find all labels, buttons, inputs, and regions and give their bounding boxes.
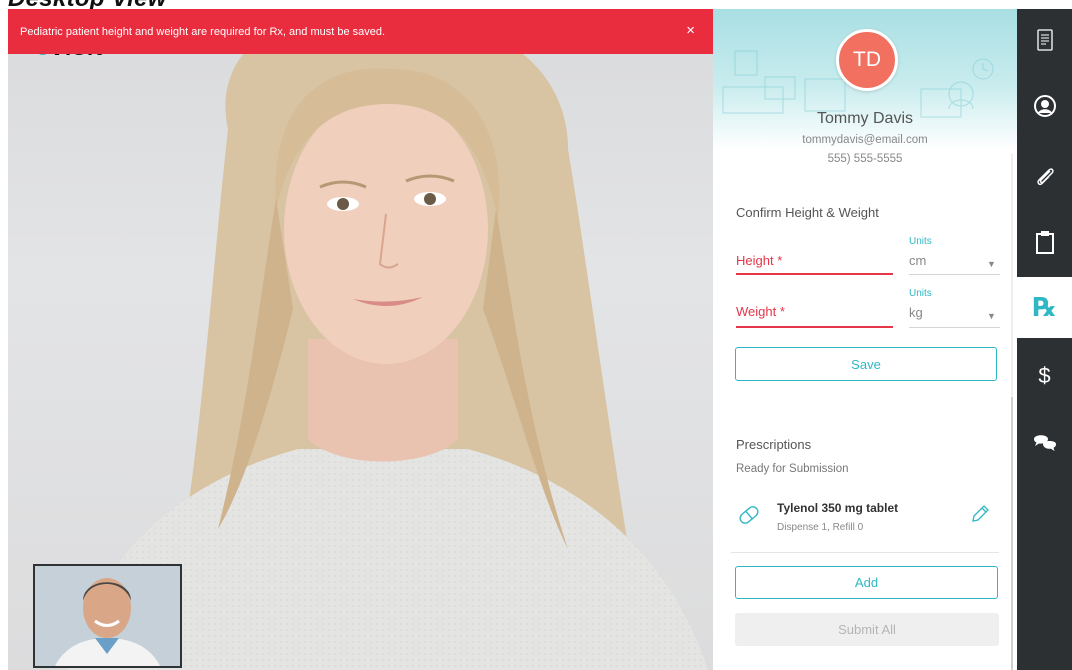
weight-units-underline	[909, 327, 1000, 328]
clipboard-icon	[1035, 230, 1054, 254]
weight-input[interactable]	[736, 326, 893, 328]
pill-icon	[739, 506, 759, 524]
scrollbar-thumb[interactable]	[1011, 397, 1013, 670]
patient-avatar: TD	[836, 29, 898, 91]
paperclip-icon	[1036, 167, 1054, 185]
height-units-caption: Units	[909, 236, 932, 247]
add-prescription-button[interactable]: Add	[735, 566, 998, 599]
patient-phone: 555) 555-5555	[827, 153, 903, 165]
submit-all-button[interactable]: Submit All	[735, 613, 999, 646]
provider-video-image	[35, 566, 180, 666]
weight-units-select[interactable]: kg	[909, 305, 923, 320]
list-item: Tylenol 350 mg tablet Dispense 1, Refill…	[731, 489, 999, 553]
height-units-select[interactable]: cm	[909, 253, 926, 268]
self-view-video[interactable]	[33, 564, 182, 668]
chat-bubbles-icon	[1033, 434, 1056, 451]
user-circle-icon	[1033, 94, 1056, 117]
prescription-name: Tylenol 350 mg tablet	[777, 501, 899, 515]
height-input[interactable]	[736, 273, 893, 275]
sidebar-item-rx[interactable]: ℞	[1017, 277, 1072, 338]
height-field-label: Height *	[736, 253, 783, 268]
chevron-down-icon[interactable]: ▼	[987, 311, 996, 321]
prescriptions-title: Prescriptions	[736, 437, 812, 452]
sidebar-item-attachments[interactable]	[1017, 146, 1072, 207]
height-units-underline	[909, 274, 1000, 275]
sidebar-item-clipboard[interactable]	[1017, 211, 1072, 272]
dollar-icon: $	[1038, 362, 1051, 388]
patient-email: tommydavis@email.com	[802, 134, 928, 146]
error-alert-banner: Pediatric patient height and weight are …	[8, 9, 713, 54]
sidebar-rail: ℞ $	[1017, 9, 1072, 670]
sidebar-item-notes[interactable]	[1017, 9, 1072, 70]
close-icon[interactable]: ×	[686, 22, 695, 39]
patient-panel: TD Tommy Davis tommydavis@email.com 555)…	[713, 9, 1017, 670]
confirm-height-weight-title: Confirm Height & Weight	[736, 205, 879, 220]
prescription-detail: Dispense 1, Refill 0	[777, 522, 864, 533]
sidebar-item-billing[interactable]: $	[1017, 345, 1072, 406]
patient-name: Tommy Davis	[816, 110, 913, 127]
chevron-down-icon[interactable]: ▼	[987, 259, 996, 269]
document-icon	[1036, 28, 1053, 51]
panel-header: TD	[713, 9, 1017, 149]
weight-field-label: Weight *	[736, 304, 785, 319]
rx-icon: ℞	[1032, 292, 1057, 323]
weight-units-caption: Units	[909, 288, 932, 299]
save-button[interactable]: Save	[735, 347, 997, 381]
alert-message: Pediatric patient height and weight are …	[20, 25, 386, 38]
pencil-icon[interactable]	[969, 503, 991, 525]
sidebar-item-chat[interactable]	[1017, 411, 1072, 472]
prescriptions-status: Ready for Submission	[736, 463, 849, 475]
sidebar-item-profile[interactable]	[1017, 75, 1072, 136]
